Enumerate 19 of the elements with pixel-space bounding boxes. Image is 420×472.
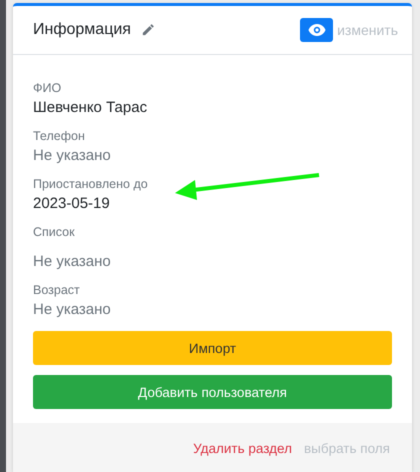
field-value: Не указано bbox=[33, 300, 111, 320]
field-label: Список bbox=[33, 224, 75, 241]
delete-section-link[interactable]: Удалить раздел bbox=[193, 440, 292, 456]
field-value: 2023-05-19 bbox=[33, 194, 110, 214]
add-user-button[interactable]: Добавить пользователя bbox=[33, 375, 392, 409]
field-label: ФИО bbox=[33, 80, 62, 97]
field-label: Телефон bbox=[33, 128, 85, 145]
edit-link[interactable]: изменить bbox=[337, 22, 398, 38]
field-value: Не указано bbox=[33, 252, 111, 272]
field-value: Шевченко Тарас bbox=[33, 98, 148, 118]
field-label: Приостановлено до bbox=[33, 176, 148, 193]
field-value: Не указано bbox=[33, 146, 111, 166]
pencil-icon[interactable] bbox=[140, 23, 155, 37]
field-label: Возраст bbox=[33, 282, 80, 299]
eye-icon bbox=[308, 24, 326, 36]
card-title: Информация bbox=[33, 21, 131, 39]
choose-fields-link[interactable]: выбрать поля bbox=[304, 440, 390, 456]
view-button[interactable] bbox=[300, 18, 334, 42]
import-button[interactable]: Импорт bbox=[33, 331, 392, 365]
